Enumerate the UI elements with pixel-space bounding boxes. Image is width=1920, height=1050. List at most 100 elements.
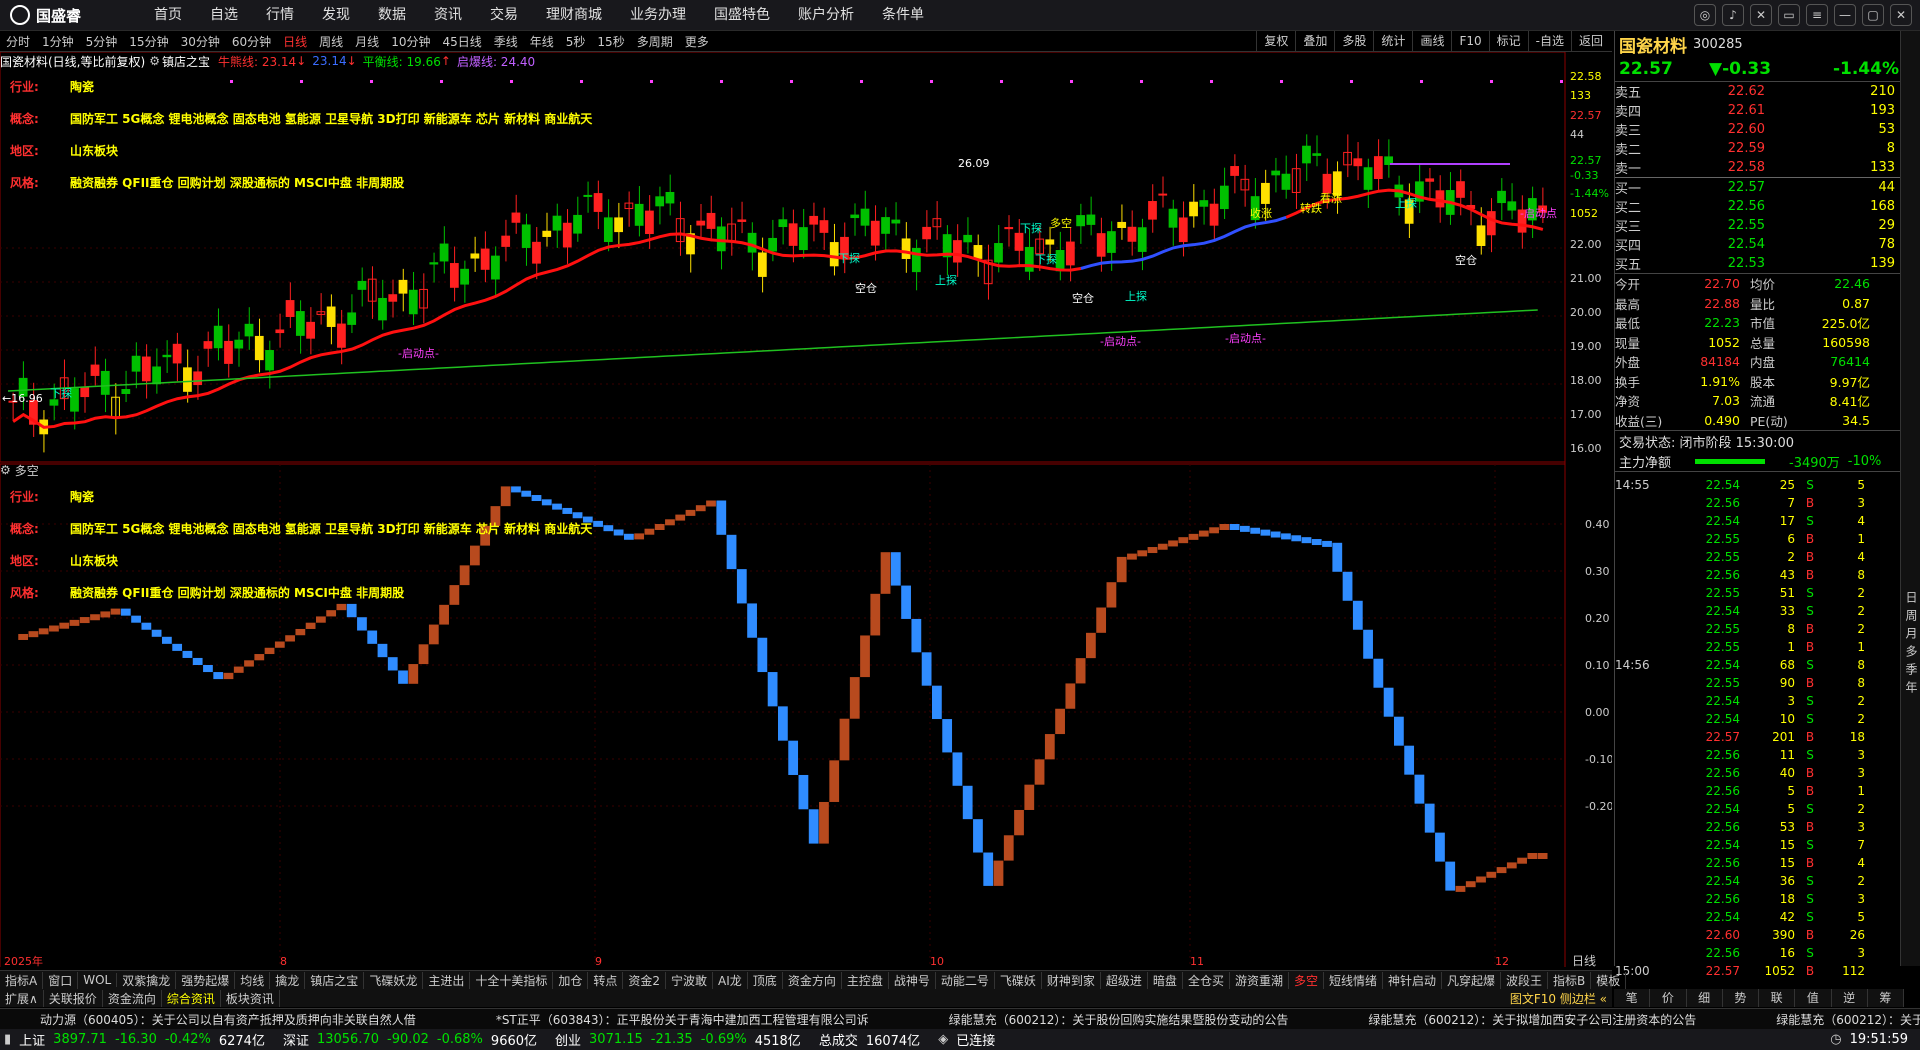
menu-item-10[interactable]: 账户分析 [784, 0, 868, 30]
period-5[interactable]: 60分钟 [226, 33, 277, 50]
indicator-tab-7[interactable]: 镇店之宝 [305, 971, 365, 989]
order-row[interactable]: 卖三 22.60 53 [1615, 120, 1905, 139]
indicator-tab-18[interactable]: 主控盘 [842, 971, 889, 989]
menu-item-11[interactable]: 条件单 [868, 0, 938, 30]
bell-icon[interactable]: ♪ [1722, 4, 1744, 26]
detail-tab-0[interactable]: 笔 [1614, 989, 1651, 1007]
tool-6[interactable]: 标记 [1488, 31, 1528, 51]
vtab-3[interactable]: 多 [1903, 645, 1920, 657]
menu-item-9[interactable]: 国盛特色 [700, 0, 784, 30]
indicator-tab-19[interactable]: 战神号 [889, 971, 936, 989]
detail-tab-3[interactable]: 势 [1723, 989, 1759, 1007]
detail-tab-1[interactable]: 价 [1650, 989, 1687, 1007]
indicator-tab-1[interactable]: 窗口 [43, 971, 79, 989]
indicator-tab-0[interactable]: 指标A [0, 971, 44, 989]
period-4[interactable]: 30分钟 [175, 33, 226, 50]
indicator-tab-6[interactable]: 擒龙 [270, 971, 306, 989]
indicator-tab-17[interactable]: 资金方向 [783, 971, 842, 989]
info-tab-0[interactable]: 扩展∧ [0, 989, 44, 1007]
period-6[interactable]: 日线 [277, 33, 313, 50]
tools-icon[interactable]: ✕ [1750, 4, 1772, 26]
news-item[interactable]: 绿能慧充（600212）：关于西安子公司为关联参股公司 [1736, 1011, 1920, 1028]
vtab-1[interactable]: 周 [1903, 609, 1920, 621]
tool-7[interactable]: -自选 [1527, 31, 1571, 51]
menu-item-4[interactable]: 数据 [364, 0, 420, 30]
f10-sidebar-toggle[interactable]: 图文F10 侧边栏 « [1505, 990, 1612, 1007]
tool-4[interactable]: 画线 [1412, 31, 1451, 51]
period-12[interactable]: 年线 [524, 33, 560, 50]
indicator-tab-27[interactable]: 多空 [1289, 971, 1324, 989]
indicator-tab-21[interactable]: 飞碟妖 [995, 971, 1042, 989]
period-14[interactable]: 15秒 [591, 33, 630, 50]
tool-5[interactable]: F10 [1451, 31, 1488, 51]
menu-item-6[interactable]: 交易 [476, 0, 532, 30]
period-11[interactable]: 季线 [488, 33, 524, 50]
detail-tab-6[interactable]: 逆 [1832, 989, 1868, 1007]
indicator-tab-16[interactable]: 顶底 [748, 971, 783, 989]
menu-item-2[interactable]: 行情 [252, 0, 308, 30]
info-tab-3[interactable]: 综合资讯 [162, 989, 221, 1007]
news-item[interactable]: 绿能慧充（600212）：关于拟增加西安子公司注册资本的公告 [1328, 1011, 1736, 1028]
indicator-tab-4[interactable]: 强势起爆 [176, 971, 236, 989]
menu-icon[interactable]: ≡ [1806, 4, 1828, 26]
menu-item-5[interactable]: 资讯 [420, 0, 476, 30]
order-row[interactable]: 卖四 22.61 193 [1615, 101, 1905, 120]
indicator-tab-20[interactable]: 动能二号 [936, 971, 995, 989]
menu-item-0[interactable]: 首页 [140, 0, 196, 30]
minimize-icon[interactable]: — [1834, 4, 1856, 26]
vtab-0[interactable]: 日 [1903, 591, 1920, 603]
info-tab-2[interactable]: 资金流向 [103, 989, 162, 1007]
period-7[interactable]: 周线 [313, 33, 349, 50]
period-8[interactable]: 月线 [349, 33, 385, 50]
tool-2[interactable]: 多股 [1334, 31, 1373, 51]
period-0[interactable]: 分时 [0, 33, 36, 50]
order-row[interactable]: 卖二 22.59 8 [1615, 139, 1905, 158]
period-13[interactable]: 5秒 [560, 33, 592, 50]
tool-8[interactable]: 返回 [1570, 31, 1610, 51]
order-row[interactable]: 买五 22.53 139 [1615, 254, 1905, 273]
vtab-5[interactable]: 年 [1903, 681, 1920, 693]
tool-3[interactable]: 统计 [1373, 31, 1412, 51]
maximize-icon[interactable]: ▢ [1862, 4, 1884, 26]
indicator-tab-13[interactable]: 资金2 [623, 971, 667, 989]
indicator-tab-31[interactable]: 波段王 [1501, 971, 1549, 989]
vtab-4[interactable]: 季 [1903, 663, 1920, 675]
order-row[interactable]: 买三 22.55 29 [1615, 216, 1905, 235]
news-item[interactable]: 动力源（600405）：关于公司以自有资产抵押及质押向非关联自然人借 [0, 1011, 456, 1028]
detail-tab-4[interactable]: 联 [1759, 989, 1796, 1007]
indicator-tab-28[interactable]: 短线情绪 [1324, 971, 1383, 989]
indicator-tab-10[interactable]: 十全十美指标 [470, 971, 554, 989]
indicator-tab-24[interactable]: 暗盘 [1148, 971, 1183, 989]
indicator-tab-11[interactable]: 加仓 [553, 971, 589, 989]
menu-item-1[interactable]: 自选 [196, 0, 252, 30]
period-3[interactable]: 15分钟 [123, 33, 174, 50]
order-row[interactable]: 买一 22.57 44 [1615, 178, 1905, 197]
tool-0[interactable]: 复权 [1256, 31, 1295, 51]
indicator-tab-22[interactable]: 财神到家 [1042, 971, 1101, 989]
period-2[interactable]: 5分钟 [80, 33, 124, 50]
info-tab-1[interactable]: 关联报价 [44, 989, 103, 1007]
indicator-tab-12[interactable]: 转点 [588, 971, 624, 989]
tick-list[interactable]: 14:55 22.54 25 S 5 22.56 7 B 3 22.54 17 S 4 22.55 6 B 1 2… [1615, 472, 1905, 980]
indicator-tab-23[interactable]: 超级进 [1101, 971, 1148, 989]
indicator-tab-29[interactable]: 神针启动 [1383, 971, 1443, 989]
indicator-tab-3[interactable]: 双紫擒龙 [117, 971, 177, 989]
indicator-gear-icon-2[interactable]: ⚙ [0, 463, 11, 477]
period-9[interactable]: 10分钟 [385, 33, 436, 50]
close-icon[interactable]: ✕ [1890, 4, 1912, 26]
period-10[interactable]: 45日线 [436, 33, 487, 50]
vtab-2[interactable]: 月 [1903, 627, 1920, 639]
indicator-tab-32[interactable]: 指标B [1548, 971, 1592, 989]
indicator-tab-25[interactable]: 全仓买 [1183, 971, 1230, 989]
period-15[interactable]: 多周期 [631, 33, 679, 50]
menu-item-7[interactable]: 理财商城 [532, 0, 616, 30]
order-row[interactable]: 卖五 22.62 210 [1615, 82, 1905, 101]
news-item[interactable]: *ST正平（603843）：正平股份关于青海中建加西工程管理有限公司诉 [456, 1011, 909, 1028]
indicator-tab-9[interactable]: 主进出 [423, 971, 471, 989]
indicator-tab-26[interactable]: 游资重潮 [1230, 971, 1289, 989]
period-16[interactable]: 更多 [679, 33, 715, 50]
detail-tab-7[interactable]: 筹 [1868, 989, 1904, 1007]
app-logo[interactable]: 国盛睿 [10, 4, 81, 26]
indicator-tab-33[interactable]: 模板 [1591, 971, 1627, 989]
order-row[interactable]: 买四 22.54 78 [1615, 235, 1905, 254]
